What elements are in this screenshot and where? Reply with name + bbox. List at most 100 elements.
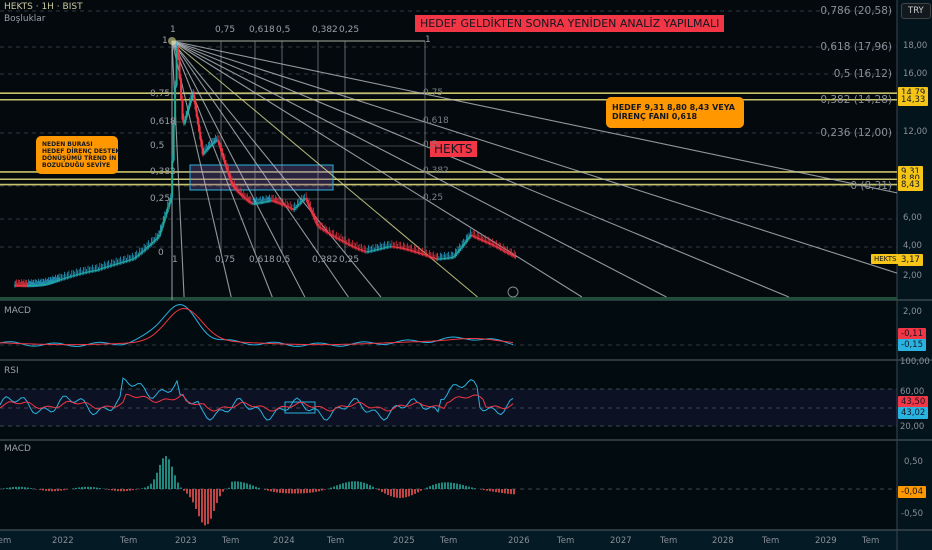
hist-bar	[240, 481, 242, 489]
hist-bar	[57, 489, 59, 492]
candle	[132, 258, 135, 260]
hist-bar	[39, 489, 41, 490]
hist-bar	[75, 487, 77, 489]
rsi-axis-tick: 100,00	[900, 357, 930, 367]
hist-bar	[267, 489, 269, 491]
fan-bottom-label: 0,25	[339, 255, 360, 265]
hist-bar	[270, 489, 272, 492]
hist-bar	[381, 489, 383, 492]
candle	[463, 242, 466, 245]
price-axis-tick: 6,00	[903, 213, 922, 223]
candle	[312, 213, 315, 218]
candle	[135, 255, 138, 258]
hist-bar	[393, 489, 395, 498]
hist-bar	[111, 489, 113, 491]
candle	[144, 248, 147, 250]
price-chart[interactable]	[0, 0, 932, 550]
candle	[206, 148, 209, 150]
candle	[465, 240, 468, 243]
hist-bar	[474, 488, 476, 489]
candle	[146, 247, 149, 249]
fan-left-label: 0,75	[150, 89, 171, 99]
candle	[218, 141, 221, 145]
hist-bar	[285, 489, 287, 494]
fan-bottom-label: 0,5	[276, 255, 291, 265]
fan-left-label: 0,618	[150, 117, 176, 127]
price-tag: 8,43	[898, 178, 923, 191]
candle	[246, 199, 249, 201]
indicator-label: Boşluklar	[4, 14, 46, 24]
candle	[452, 256, 455, 258]
candle	[220, 148, 223, 153]
fan-bottom-label: 1	[172, 255, 178, 265]
fan-left-label: 0,25	[150, 194, 171, 204]
candle	[137, 254, 140, 256]
hist-bar	[48, 489, 50, 492]
last-price-tag: 3,17	[898, 254, 923, 266]
candle	[163, 216, 166, 222]
fib-level-label: 0,5 (16,12)	[833, 68, 892, 80]
hist-bar	[399, 489, 401, 498]
hist-bar	[333, 486, 335, 489]
hist-bar	[219, 489, 221, 497]
hist-bar	[369, 485, 371, 489]
candle	[160, 225, 163, 231]
macd-signal-tag: -0,15	[898, 339, 926, 351]
candle	[458, 249, 461, 252]
candle	[222, 156, 225, 161]
fan-origin-handle[interactable]	[168, 37, 176, 45]
candle	[325, 231, 328, 233]
hist-bar	[279, 489, 281, 493]
hist-bar	[168, 459, 170, 489]
hist-bar	[438, 483, 440, 489]
hist-bar	[18, 486, 20, 489]
hist-bar	[132, 489, 134, 491]
hist-bar	[402, 489, 404, 498]
hist-axis-tick: -0,50	[901, 509, 923, 519]
currency-button[interactable]: TRY	[901, 3, 931, 19]
candle	[177, 47, 180, 59]
hist-bar	[483, 489, 485, 491]
candle	[238, 191, 241, 193]
fib-level-label: 0,236 (12,00)	[820, 127, 892, 139]
candle	[308, 203, 311, 207]
hist-bar	[456, 483, 458, 489]
hist-bar	[234, 481, 236, 489]
hist-bar	[6, 487, 8, 489]
candle	[326, 232, 329, 234]
hist-bar	[441, 482, 443, 489]
rsi-title: RSI	[4, 366, 19, 376]
hist-bar	[318, 489, 320, 492]
candle	[454, 254, 457, 257]
hist-bar	[21, 486, 23, 489]
candle	[297, 203, 300, 206]
time-axis-label: Tem	[557, 536, 575, 546]
hist-bar	[348, 481, 350, 489]
hist-bar	[492, 489, 494, 492]
candle	[322, 229, 325, 231]
time-axis-label: Tem	[0, 536, 12, 546]
candle	[462, 244, 465, 246]
fan-top-label: 0,25	[339, 25, 360, 35]
price-axis-tick: 2,00	[903, 271, 922, 281]
hist-bar	[210, 489, 212, 519]
candle	[514, 256, 517, 258]
hist-bar	[183, 489, 185, 491]
fan-top-label: 1	[170, 25, 176, 35]
candle	[309, 206, 312, 211]
candle	[310, 210, 313, 214]
candle	[162, 221, 165, 226]
candle	[231, 181, 233, 185]
candle	[225, 163, 228, 168]
candle	[234, 187, 237, 190]
hist-bar	[288, 489, 290, 494]
candle	[181, 98, 184, 120]
hist-bar	[426, 487, 428, 489]
candle	[200, 139, 203, 147]
fib-level-label: 0,618 (17,96)	[820, 41, 892, 53]
candle	[205, 149, 208, 152]
candle	[329, 233, 332, 235]
candle	[245, 198, 248, 200]
macd-axis-tick: 2,00	[903, 307, 922, 317]
hist-bar	[465, 485, 467, 489]
